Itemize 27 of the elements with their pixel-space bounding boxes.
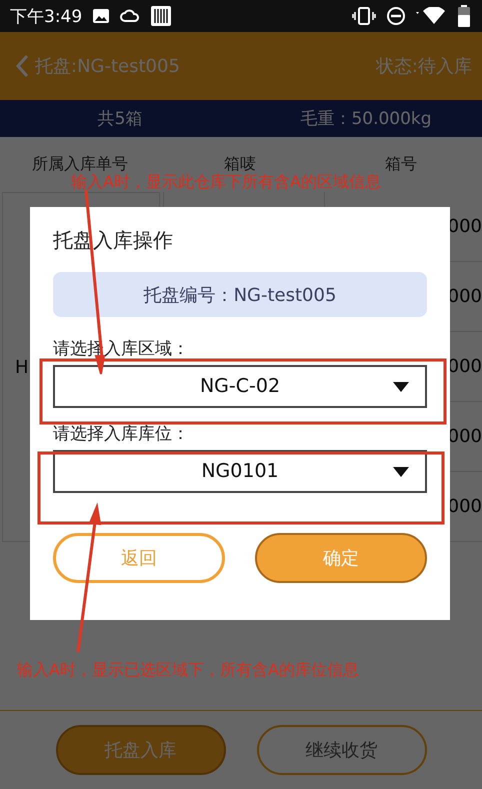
location-dropdown[interactable]: NG0101: [53, 450, 427, 493]
area-dropdown[interactable]: NG-C-02: [53, 364, 427, 408]
gross-weight: 毛重：50.000kg: [299, 108, 433, 130]
back-icon[interactable]: [15, 54, 29, 78]
dropdown-caret-icon: [393, 382, 409, 392]
wifi-icon: [416, 7, 448, 25]
cloud-icon: [120, 9, 140, 23]
header-status: 状态:待入库: [376, 55, 472, 78]
confirm-button[interactable]: 确定: [255, 532, 427, 583]
column-header: 所属入库单号: [31, 154, 129, 174]
box-count: 共5箱: [96, 108, 144, 130]
annotation-note: 输入A时，显示已选区域下，所有含A的库位信息: [17, 660, 359, 681]
action-button[interactable]: 托盘入库: [56, 725, 226, 775]
vibrate-icon: [352, 7, 376, 25]
column-header: 箱唛: [223, 154, 257, 174]
status-time: 下午3:49: [10, 6, 82, 28]
action-button[interactable]: 继续收货: [256, 725, 426, 775]
back-button[interactable]: 返回: [53, 532, 225, 583]
image-icon: [92, 8, 110, 24]
header-title: 托盘:NG-test005: [35, 55, 180, 78]
column-header: 箱号: [384, 154, 418, 175]
annotation-note: 输入A时，显示此仓库下所有含A的区域信息: [71, 172, 381, 193]
dropdown-caret-icon: [393, 466, 409, 477]
barcode-icon: [150, 5, 172, 27]
pallet-number: 托盘编号：NG-test005: [53, 272, 427, 317]
battery-icon: [458, 5, 470, 27]
do-not-disturb-icon: [386, 6, 406, 26]
